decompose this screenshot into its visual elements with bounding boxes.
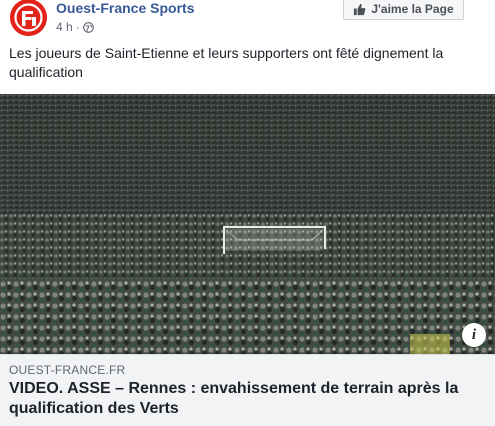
post-message: Les joueurs de Saint-Etienne et leurs su… [9, 45, 444, 80]
page-avatar[interactable] [10, 0, 47, 36]
globe-icon[interactable] [82, 21, 94, 33]
thumbs-up-icon [354, 3, 366, 15]
link-domain: OUEST-FRANCE.FR [9, 363, 126, 377]
link-preview[interactable]: OUEST-FRANCE.FR VIDEO. ASSE – Rennes : e… [0, 354, 495, 426]
like-page-label: J'aime la Page [371, 2, 454, 16]
stadium-crowd-photo [0, 94, 495, 354]
page-name-link[interactable]: Ouest-France Sports [56, 0, 194, 16]
meta-separator: · [75, 20, 80, 34]
post-timestamp[interactable]: 4 h [56, 20, 73, 34]
post-meta: 4 h · [56, 20, 94, 34]
post-header: Ouest-France Sports 4 h · J'aime la Page [0, 0, 495, 40]
ouest-france-logo-icon [10, 0, 47, 36]
like-page-button[interactable]: J'aime la Page [343, 0, 464, 20]
post-photo[interactable]: i [0, 94, 495, 354]
link-title[interactable]: VIDEO. ASSE – Rennes : envahissement de … [9, 379, 489, 419]
info-icon[interactable]: i [462, 323, 486, 347]
